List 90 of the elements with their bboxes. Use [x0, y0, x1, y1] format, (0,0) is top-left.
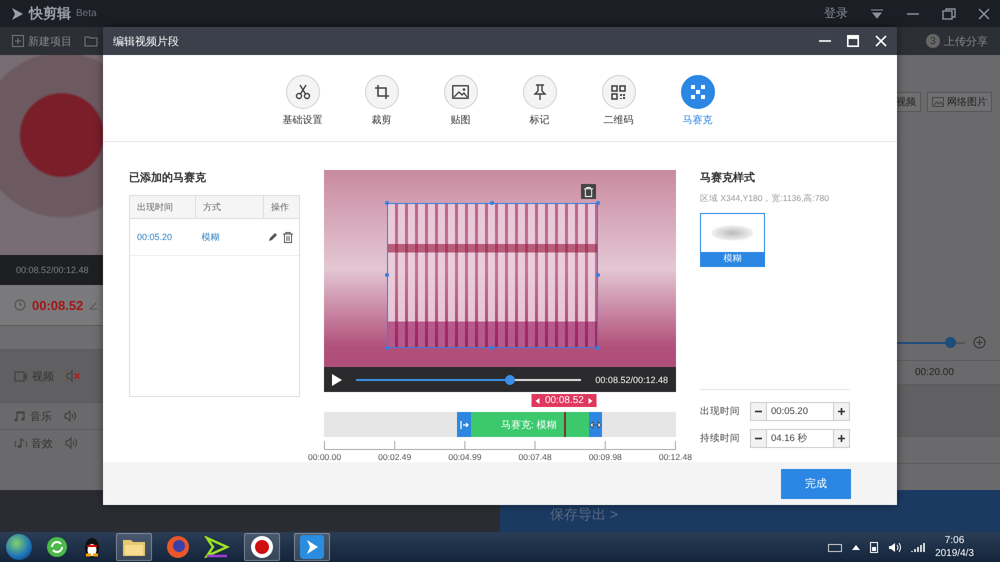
clock-time[interactable]: 7:06 — [944, 534, 964, 547]
app-title: 快剪辑 — [29, 4, 71, 22]
trash-icon — [584, 186, 593, 196]
beta-label: Beta — [76, 8, 97, 19]
mosaic-selection[interactable] — [387, 203, 598, 348]
ruler-label: 00:09.98 — [588, 452, 622, 462]
minus-icon — [755, 435, 762, 442]
maximize-icon[interactable] — [847, 35, 859, 47]
minus-button[interactable] — [751, 403, 766, 420]
caret-right-icon[interactable] — [588, 398, 593, 404]
ruler-label: 00:07.48 — [518, 452, 552, 462]
time-field[interactable]: 00:05.20 — [750, 402, 850, 421]
ruler-label: 00:20.00 — [915, 366, 954, 378]
delete-button[interactable] — [581, 184, 596, 199]
folder-icon[interactable] — [84, 35, 98, 47]
done-button[interactable]: 完成 — [781, 468, 851, 498]
time-link[interactable]: 00:05.20 — [130, 232, 195, 242]
signal-icon[interactable] — [911, 542, 926, 552]
field-label: 出现时间 — [700, 405, 740, 418]
preview-time: 00:08.52/00:12.48 — [0, 255, 103, 285]
penguin-icon[interactable] — [82, 535, 102, 559]
sound-effect-icon — [14, 437, 27, 449]
pushpin-icon — [532, 84, 546, 100]
play-app-icon[interactable] — [300, 535, 324, 559]
folder-icon[interactable] — [122, 537, 146, 557]
ruler-label: 00:02.49 — [378, 452, 412, 462]
minus-icon — [755, 408, 762, 415]
camera-icon — [14, 370, 28, 382]
caret-left-icon[interactable] — [536, 398, 540, 404]
region-info: 区域 X344,Y180，宽:1136,高:780 — [700, 193, 830, 205]
dropdown-icon[interactable] — [870, 8, 884, 18]
ruler-label: 00:12.48 — [658, 452, 692, 462]
close-icon[interactable] — [978, 8, 990, 20]
mosaic-icon — [690, 85, 704, 99]
qr-code-icon — [611, 84, 626, 100]
time-field[interactable]: 04.16 秒 — [750, 429, 850, 448]
plus-icon — [838, 408, 845, 415]
image-icon — [932, 97, 944, 107]
plus-icon — [838, 435, 845, 442]
music-note-icon — [14, 410, 26, 422]
column-header: 方式 — [196, 196, 264, 218]
restore-icon[interactable] — [942, 8, 956, 20]
resize-cursor-icon[interactable] — [590, 420, 601, 428]
panel-title: 已添加的马赛克 — [129, 170, 207, 185]
step-label[interactable]: 上传分享 — [944, 34, 988, 48]
dialog-title: 编辑视频片段 — [113, 34, 179, 48]
record-icon[interactable] — [250, 535, 274, 559]
web-image-button[interactable]: 网络图片 — [927, 92, 992, 112]
refresh-app-icon[interactable] — [46, 536, 68, 558]
play-logo-icon — [10, 6, 24, 20]
battery-icon[interactable] — [870, 541, 878, 553]
browser-icon[interactable] — [166, 535, 190, 559]
clock-icon — [14, 299, 26, 311]
mode-link[interactable]: 模糊 — [194, 230, 261, 244]
pencil-icon[interactable] — [268, 232, 278, 242]
playhead-time[interactable]: 00:08.52 — [532, 394, 597, 407]
keyboard-icon[interactable] — [828, 542, 842, 552]
trash-icon[interactable] — [283, 232, 293, 242]
ruler-label: 00:00.00 — [308, 452, 342, 462]
time-input[interactable]: 04.16 秒 — [766, 430, 834, 447]
track-name: 音乐 — [30, 410, 53, 424]
plus-button[interactable] — [834, 403, 849, 420]
blur-style-option[interactable]: 模糊 — [700, 213, 765, 267]
play-icon[interactable] — [332, 374, 342, 386]
caret-up-icon[interactable] — [852, 544, 860, 550]
crop-icon — [374, 84, 390, 100]
current-time: 00:08.52 — [32, 298, 84, 312]
scissors-icon — [294, 84, 310, 100]
minus-button[interactable] — [751, 430, 766, 447]
clock-date[interactable]: 2019/4/3 — [935, 547, 974, 560]
panel-title: 马赛克样式 — [700, 170, 756, 185]
column-header: 操作 — [270, 200, 290, 214]
speaker-icon[interactable] — [888, 542, 902, 552]
ruler-label: 00:04.99 — [448, 452, 482, 462]
track-name: 音效 — [31, 436, 54, 450]
image-icon — [452, 85, 469, 99]
time-input[interactable]: 00:05.20 — [766, 403, 834, 420]
column-header: 出现时间 — [130, 196, 196, 218]
playhead-line — [564, 412, 566, 437]
play-triangle-icon[interactable] — [204, 536, 230, 558]
zoom-slider[interactable] — [897, 337, 965, 348]
plus-button[interactable] — [834, 430, 849, 447]
field-label: 持续时间 — [700, 432, 740, 445]
login-link[interactable]: 登录 — [824, 5, 848, 22]
plus-square-icon — [12, 35, 24, 47]
enter-icon[interactable] — [460, 420, 468, 430]
playback-time: 00:08.52/00:12.48 — [595, 374, 668, 384]
start-button[interactable] — [6, 534, 32, 560]
new-project-button[interactable]: 新建项目 — [12, 34, 72, 48]
progress-bar[interactable] — [356, 374, 582, 384]
